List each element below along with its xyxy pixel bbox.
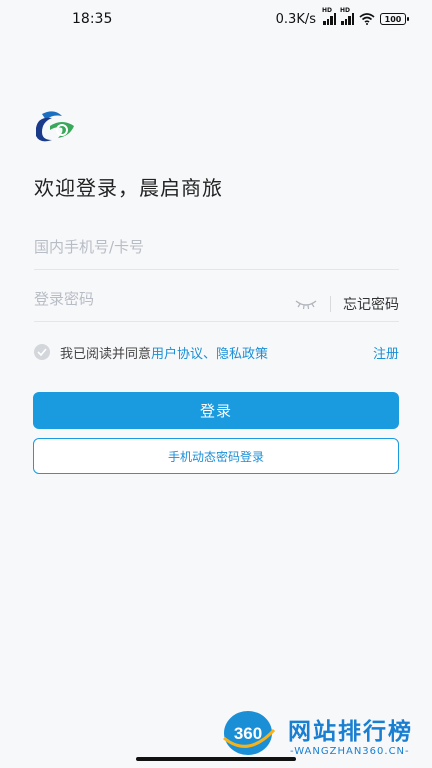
welcome-title: 欢迎登录，晨启商旅 — [34, 176, 223, 200]
app-logo — [36, 111, 74, 142]
watermark-subtitle: -WANGZHAN360.CN- — [290, 746, 410, 757]
battery-icon: 100 — [380, 13, 409, 25]
network-speed: 0.3K/s — [275, 11, 316, 27]
status-bar: 18:35 0.3K/s HD HD 100 — [0, 0, 432, 38]
status-icons: 0.3K/s HD HD 100 — [275, 7, 409, 27]
phone-field-row — [34, 224, 399, 270]
agreement-row: 我已阅读并同意用户协议、隐私政策 注册 — [34, 342, 399, 362]
checkbox-check-icon[interactable] — [34, 344, 50, 360]
watermark-title: 网站排行榜 — [288, 719, 413, 745]
watermark-360-logo: 360 — [223, 711, 276, 755]
sms-login-button[interactable]: 手机动态密码登录 — [33, 438, 399, 474]
password-input[interactable] — [34, 289, 294, 308]
login-button[interactable]: 登录 — [33, 392, 399, 429]
password-field-row: 忘记密码 — [34, 276, 399, 322]
agreement-prefix: 我已阅读并同意 — [60, 346, 152, 362]
forgot-password-link[interactable]: 忘记密码 — [343, 294, 399, 314]
user-agreement-link[interactable]: 用户协议 — [151, 347, 203, 362]
eye-closed-icon[interactable] — [294, 297, 318, 311]
status-time: 18:35 — [72, 11, 113, 27]
signal-1-icon: HD — [322, 7, 336, 25]
privacy-policy-link[interactable]: 隐私政策 — [216, 347, 268, 362]
register-link[interactable]: 注册 — [373, 343, 399, 362]
agreement-text: 我已阅读并同意用户协议、隐私政策 — [60, 343, 268, 362]
agreement-separator: 、 — [203, 346, 217, 362]
phone-input[interactable] — [34, 237, 399, 256]
signal-2-icon: HD — [340, 7, 354, 25]
field-divider — [330, 295, 331, 312]
watermark-logo-text: 360 — [234, 724, 262, 743]
home-indicator[interactable] — [136, 757, 296, 761]
hd-label-2: HD — [340, 7, 351, 14]
hd-label: HD — [322, 7, 333, 14]
watermark: 360 网站排行榜 -WANGZHAN360.CN- — [218, 706, 432, 762]
wifi-icon — [359, 13, 375, 25]
